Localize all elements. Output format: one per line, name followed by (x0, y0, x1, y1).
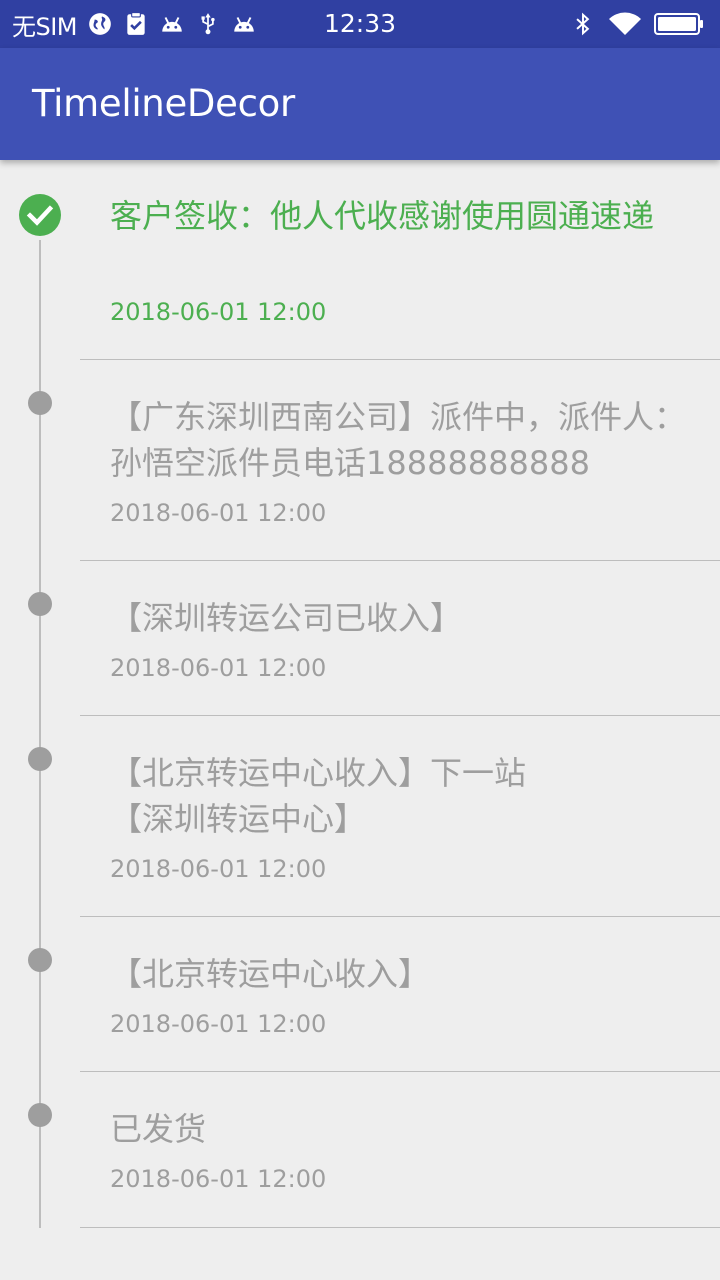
timeline-item[interactable]: 【广东深圳西南公司】派件中，派件人：孙悟空派件员电话18888888888 20… (0, 360, 720, 561)
timeline-item-text: 【北京转运中心收入】 (110, 955, 431, 993)
timeline-item-time: 2018-06-01 12:00 (110, 1165, 327, 1193)
timeline-item-time: 2018-06-01 12:00 (110, 654, 327, 682)
wifi-icon (609, 12, 641, 35)
timeline-dot (28, 1103, 52, 1127)
timeline-item-text: 【广东深圳西南公司】派件中，派件人：孙悟空派件员电话18888888888 (110, 398, 687, 482)
status-right (570, 0, 704, 48)
timeline-item[interactable]: 【北京转运中心收入】下一站【深圳转运中心】 2018-06-01 12:00 (0, 716, 720, 917)
timeline-item[interactable]: 【北京转运中心收入】 2018-06-01 12:00 (0, 917, 720, 1072)
timeline-dot (28, 592, 52, 616)
timeline-item[interactable]: 【深圳转运公司已收入】 2018-06-01 12:00 (0, 561, 720, 716)
app-title: TimelineDecor (32, 82, 295, 125)
divider (80, 1227, 720, 1228)
timeline-item-time: 2018-06-01 12:00 (110, 1010, 327, 1038)
timeline-item[interactable]: 已发货 2018-06-01 12:00 (0, 1072, 720, 1228)
timeline-item-time: 2018-06-01 12:00 (110, 855, 327, 883)
timeline-item-text: 【北京转运中心收入】下一站【深圳转运中心】 (110, 754, 527, 838)
timeline-dot (28, 948, 52, 972)
timeline-item-text: 【深圳转运公司已收入】 (110, 599, 463, 637)
app-bar: TimelineDecor (0, 48, 720, 160)
timeline-item-text: 客户签收：他人代收感谢使用圆通速递 (110, 197, 655, 235)
timeline-dot (28, 747, 52, 771)
timeline-item[interactable]: 客户签收：他人代收感谢使用圆通速递 2018-06-01 12:00 (0, 160, 720, 360)
timeline-item-time: 2018-06-01 12:00 (110, 298, 327, 326)
timeline-item-time: 2018-06-01 12:00 (110, 499, 327, 527)
timeline-item-text: 已发货 (110, 1110, 207, 1148)
timeline-dot (28, 391, 52, 415)
battery-icon (654, 13, 703, 35)
status-bar: 无SIM 12:33 (0, 0, 720, 48)
bluetooth-icon (576, 12, 590, 36)
check-circle-icon (19, 194, 61, 236)
